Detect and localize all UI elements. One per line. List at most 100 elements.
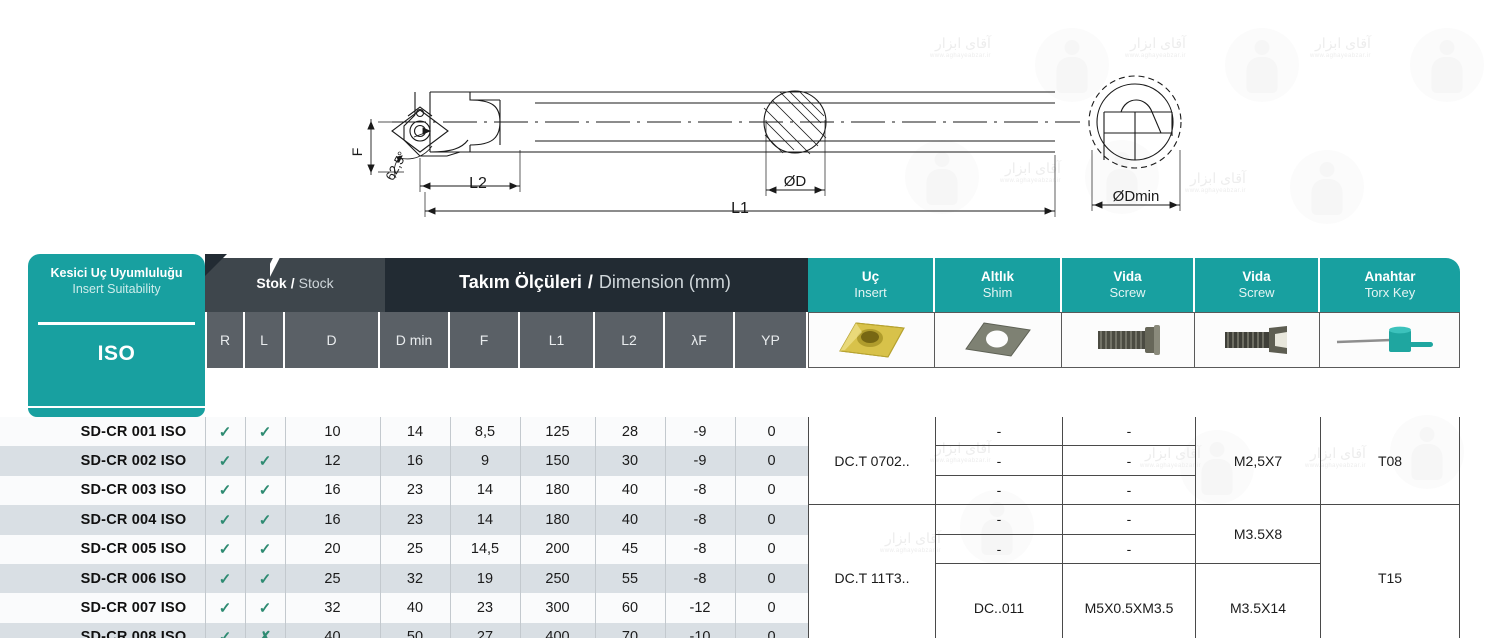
insert-suitability-en: Insert Suitability xyxy=(72,281,161,296)
stock-title-en: Stock xyxy=(298,275,334,291)
dim-label-l2: L2 xyxy=(469,175,487,192)
cell-l2: 40 xyxy=(621,511,639,528)
table-row[interactable]: SD-CR 001 ISO ✓ ✓ 10 14 8,5 125 28 -9 0 xyxy=(0,417,808,447)
table-header: Stok / Stock Takım Ölçüleri / Dimension (mm)… xyxy=(0,246,1511,408)
insert-code-cell: DC.T 0702.. xyxy=(808,417,935,506)
table-row[interactable]: SD-CR 002 ISO ✓ ✓ 12 16 9 150 30 -9 0 xyxy=(0,446,808,476)
group-header-insert-tr: Uç xyxy=(861,269,880,285)
table-row[interactable]: SD-CR 003 ISO ✓ ✓ 16 23 14 180 40 -8 0 xyxy=(0,475,808,506)
group-header-shim-en: Shim xyxy=(982,285,1013,301)
col-header-lambda-f[interactable]: λF xyxy=(665,312,735,368)
cell-yp: 0 xyxy=(767,423,776,440)
cell-l1: 250 xyxy=(545,570,570,587)
row-label: SD-CR 005 ISO xyxy=(80,541,187,558)
insert-suitability-title: Kesici Uç Uyumluluğu Insert Suitability xyxy=(28,266,205,297)
cell-f: 14 xyxy=(476,482,494,499)
group-header-insert[interactable]: Uç Insert xyxy=(808,258,935,312)
group-header-torx[interactable]: Anahtar Torx Key xyxy=(1320,258,1460,312)
cell-dmin: 32 xyxy=(406,570,424,587)
cell-yp: 0 xyxy=(767,482,776,499)
cell-l1: 180 xyxy=(545,511,570,528)
column-divider xyxy=(245,417,246,638)
stock-left-cell: ✓ xyxy=(245,593,285,622)
dim-label-l1: L1 xyxy=(731,200,749,217)
group-header-torx-en: Torx Key xyxy=(1364,285,1416,301)
check-icon: ✓ xyxy=(218,482,232,500)
col-header-dmin[interactable]: D min xyxy=(380,312,450,368)
cell-dmin: 50 xyxy=(406,629,424,638)
table-row[interactable]: SD-CR 007 ISO ✓ ✓ 32 40 23 300 60 -12 0 xyxy=(0,593,808,623)
dimension-title-sep: / xyxy=(587,272,593,292)
stock-left-cell: ✓ xyxy=(245,505,285,534)
check-icon: ✓ xyxy=(258,541,272,559)
cell-d: 20 xyxy=(324,541,341,558)
check-icon: ✓ xyxy=(218,600,232,618)
stock-right-cell: ✓ xyxy=(205,623,245,638)
shim-code-cell: - xyxy=(935,417,1062,447)
cell-l1: 180 xyxy=(545,482,570,499)
column-divider xyxy=(380,417,381,638)
stock-right-cell: ✓ xyxy=(205,417,245,446)
group-header-screw-1-en: Screw xyxy=(1109,285,1146,301)
table-row[interactable]: SD-CR 005 ISO ✓ ✓ 20 25 14,5 200 45 -8 0 xyxy=(0,534,808,564)
dim-label-od: ØD xyxy=(784,173,807,190)
stock-left-cell: ✓ xyxy=(245,535,285,564)
table-row[interactable]: SD-CR 006 ISO ✓ ✓ 25 32 19 250 55 -8 0 xyxy=(0,564,808,594)
check-icon: ✓ xyxy=(258,511,272,529)
group-header-screw-1[interactable]: Vida Screw xyxy=(1062,258,1195,312)
col-header-l1[interactable]: L1 xyxy=(520,312,595,368)
iso-label: ISO xyxy=(97,342,136,365)
column-divider xyxy=(285,417,286,638)
insert-suitability-tr: Kesici Uç Uyumluluğu xyxy=(50,266,183,280)
col-header-l2[interactable]: L2 xyxy=(595,312,665,368)
table-row[interactable]: SD-CR 004 ISO ✓ ✓ 16 23 14 180 40 -8 0 xyxy=(0,505,808,535)
cell-f: 8,5 xyxy=(474,423,496,440)
table-body: SD-CR 001 ISO ✓ ✓ 10 14 8,5 125 28 -9 0 SD-CR 002 … xyxy=(0,408,1511,638)
screw-1-code-cell: - xyxy=(1062,505,1195,535)
column-divider xyxy=(595,417,596,638)
torx-code-cell: T15 xyxy=(1320,505,1460,638)
stock-title: Stok / Stock xyxy=(215,276,375,291)
cell-l1: 150 xyxy=(545,453,570,470)
group-header-shim[interactable]: Altlık Shim xyxy=(935,258,1062,312)
shim-code-cell: - xyxy=(935,446,1062,476)
cross-icon: ✗ xyxy=(258,629,272,638)
stock-right-cell: ✓ xyxy=(205,535,245,564)
column-divider xyxy=(520,417,521,638)
check-icon: ✓ xyxy=(218,570,232,588)
cell-l2: 70 xyxy=(621,629,639,638)
cell-lambda-f: -9 xyxy=(693,453,707,470)
group-header-torx-tr: Anahtar xyxy=(1364,269,1416,285)
col-header-r[interactable]: R xyxy=(205,312,245,368)
cell-yp: 0 xyxy=(767,511,776,528)
shim-code-cell: - xyxy=(935,534,1062,564)
check-icon: ✓ xyxy=(218,453,232,471)
group-header-screw-2[interactable]: Vida Screw xyxy=(1195,258,1320,312)
col-header-yp[interactable]: YP xyxy=(735,312,808,368)
cell-f: 23 xyxy=(476,600,494,617)
col-header-d[interactable]: D xyxy=(285,312,380,368)
cell-d: 10 xyxy=(324,423,341,440)
screw-1-image-cell xyxy=(1062,312,1195,368)
stock-left-cell: ✓ xyxy=(245,417,285,446)
cell-l1: 200 xyxy=(545,541,570,558)
cell-d: 40 xyxy=(324,629,341,638)
group-header-screw-1-tr: Vida xyxy=(1113,269,1142,285)
screw-2-image-cell xyxy=(1195,312,1320,368)
col-header-f[interactable]: F xyxy=(450,312,520,368)
check-icon: ✓ xyxy=(258,482,272,500)
iso-tab-bottom xyxy=(28,408,205,417)
dim-label-odmin: ØDmin xyxy=(1113,188,1160,205)
check-icon: ✓ xyxy=(258,570,272,588)
row-label: SD-CR 003 ISO xyxy=(80,482,187,499)
cell-l2: 40 xyxy=(621,482,639,499)
col-header-l[interactable]: L xyxy=(245,312,285,368)
stock-right-cell: ✓ xyxy=(205,446,245,475)
cell-dmin: 16 xyxy=(406,453,424,470)
insert-image-cell xyxy=(808,312,935,368)
dimension-title-tr: Takım Ölçüleri xyxy=(459,272,582,292)
insert-icon xyxy=(838,322,905,358)
group-header-screw-2-en: Screw xyxy=(1238,285,1275,301)
dimension-title: Takım Ölçüleri / Dimension (mm) xyxy=(380,273,810,292)
table-row[interactable]: SD-CR 008 ISO ✓ ✗ 40 50 27 400 70 -10 0 xyxy=(0,622,808,638)
